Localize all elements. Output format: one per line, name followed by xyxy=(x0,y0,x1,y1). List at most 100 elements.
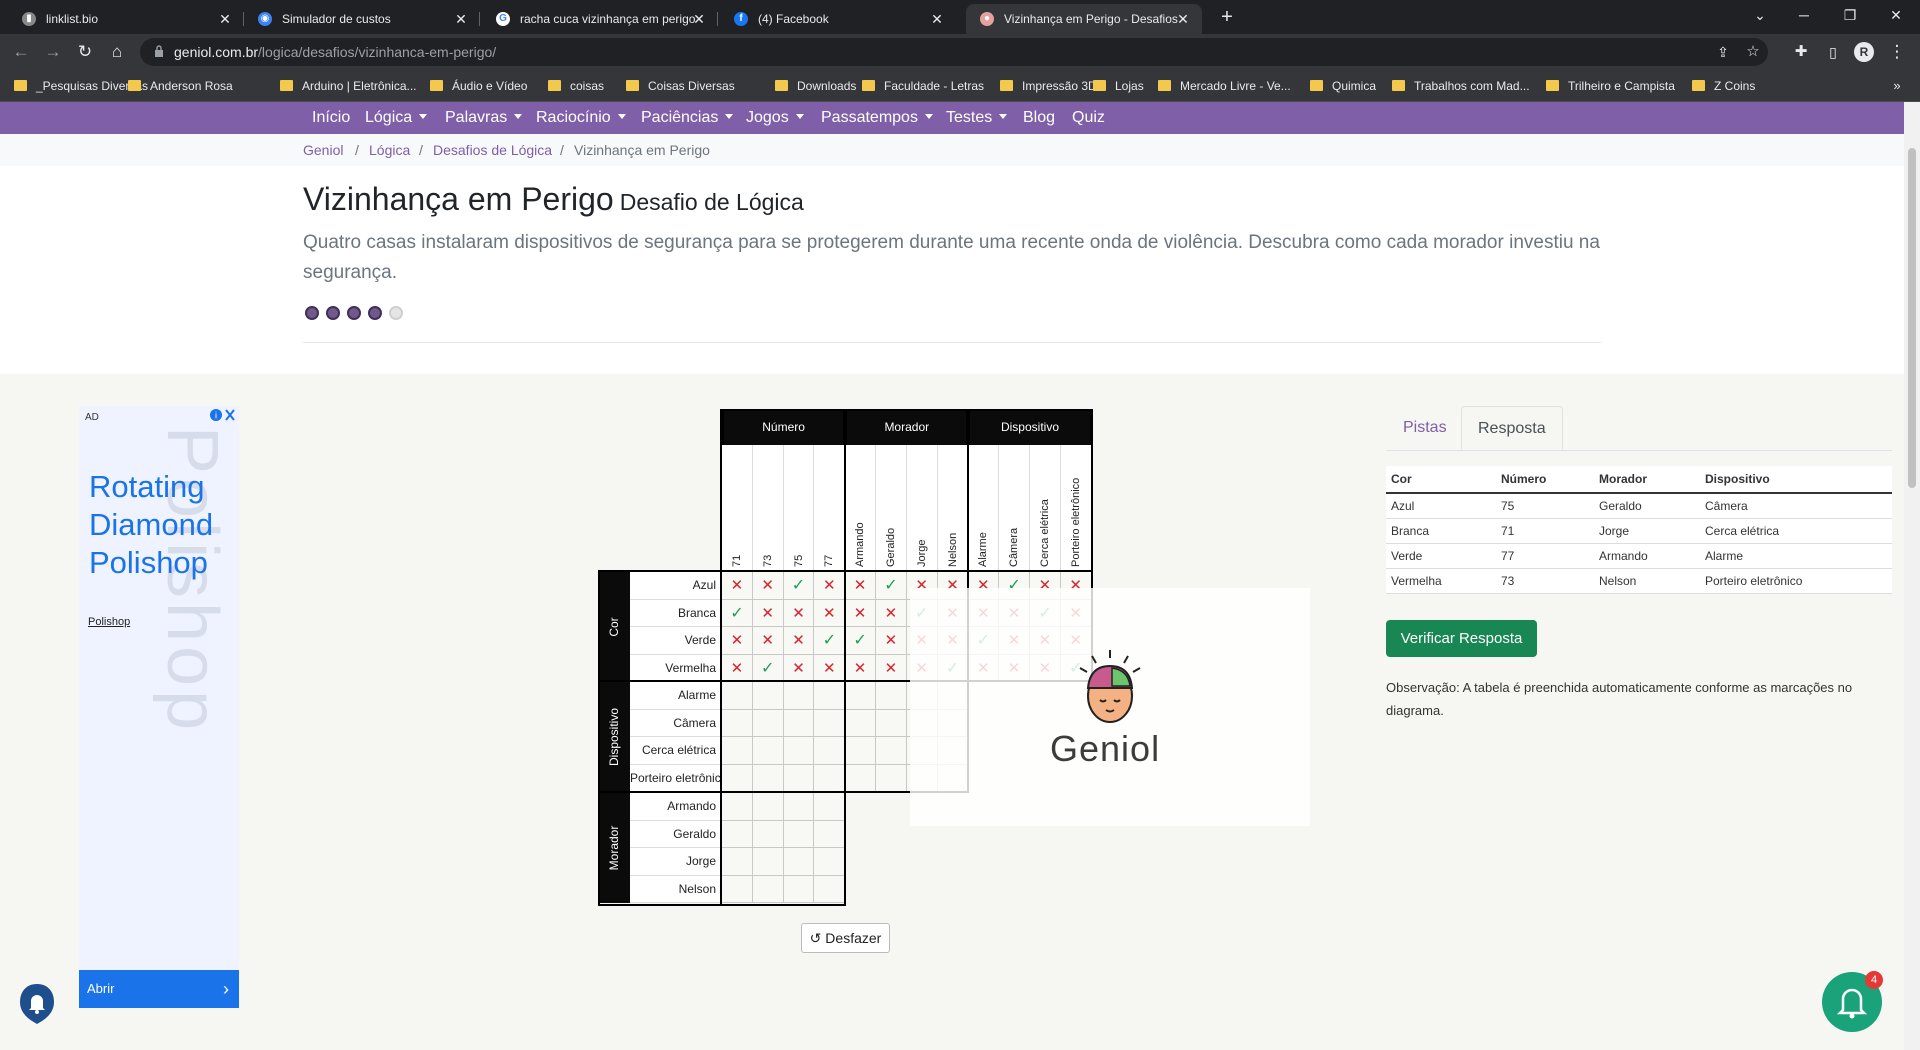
nav-item-9[interactable]: Quiz xyxy=(1072,108,1105,128)
grid-cell[interactable] xyxy=(722,793,753,821)
bookmark-2[interactable]: Arduino | Eletrônica... xyxy=(280,77,417,95)
nav-item-3[interactable]: Raciocínio xyxy=(536,108,626,128)
tab-search-icon[interactable]: ⌄ xyxy=(1740,0,1780,30)
ad-title[interactable]: Rotating Diamond Polishop xyxy=(89,468,239,582)
page-scrollbar[interactable] xyxy=(1904,102,1920,1050)
grid-cell[interactable] xyxy=(845,682,876,710)
close-tab-icon[interactable]: ✕ xyxy=(454,4,468,34)
cross-mark-icon[interactable]: ✕ xyxy=(722,627,753,655)
breadcrumb-item-2[interactable]: Desafios de Lógica xyxy=(433,142,552,158)
grid-cell[interactable] xyxy=(752,682,784,710)
ad-banner[interactable]: Polishop AD i Rotating Diamond Polishop … xyxy=(79,406,239,1008)
nav-item-6[interactable]: Passatempos xyxy=(821,108,933,128)
grid-cell[interactable] xyxy=(876,764,907,792)
restore-icon[interactable]: ❐ xyxy=(1830,0,1870,30)
grid-cell[interactable] xyxy=(752,793,784,821)
bookmark-5[interactable]: Coisas Diversas xyxy=(626,77,735,95)
grid-cell[interactable] xyxy=(814,764,846,792)
cross-mark-icon[interactable]: ✕ xyxy=(876,599,907,627)
cross-mark-icon[interactable]: ✕ xyxy=(814,572,846,600)
forward-icon[interactable]: → xyxy=(42,41,64,63)
check-mark-icon[interactable]: ✓ xyxy=(814,627,846,655)
extensions-icon[interactable]: ✚ xyxy=(1790,41,1812,63)
browser-tab-4[interactable]: ● Vizinhança em Perigo - Desafios ✕ xyxy=(966,4,1202,34)
grid-cell[interactable] xyxy=(752,709,784,737)
cross-mark-icon[interactable]: ✕ xyxy=(752,627,784,655)
back-icon[interactable]: ← xyxy=(10,41,32,63)
grid-cell[interactable] xyxy=(814,793,846,821)
grid-cell[interactable] xyxy=(752,848,784,876)
home-icon[interactable]: ⌂ xyxy=(106,41,128,63)
bookmark-9[interactable]: Lojas xyxy=(1093,77,1144,95)
scrollbar-thumb[interactable] xyxy=(1908,148,1916,488)
grid-cell[interactable] xyxy=(752,875,784,903)
browser-tab-0[interactable]: ▮ linklist.bio ✕ xyxy=(8,4,244,34)
close-tab-icon[interactable]: ✕ xyxy=(692,4,706,34)
cross-mark-icon[interactable]: ✕ xyxy=(876,654,907,682)
browser-tab-1[interactable]: ◉ Simulador de custos ✕ xyxy=(244,4,480,34)
grid-cell[interactable] xyxy=(876,709,907,737)
close-tab-icon[interactable]: ✕ xyxy=(218,4,232,34)
bookmark-8[interactable]: Impressão 3D xyxy=(1000,77,1097,95)
cross-mark-icon[interactable]: ✕ xyxy=(783,627,815,655)
grid-cell[interactable] xyxy=(845,737,876,765)
grid-cell[interactable] xyxy=(722,737,753,765)
grid-cell[interactable] xyxy=(845,709,876,737)
menu-kebab-icon[interactable]: ⋮ xyxy=(1886,41,1908,63)
check-mark-icon[interactable]: ✓ xyxy=(876,572,907,600)
grid-cell[interactable] xyxy=(722,709,753,737)
grid-cell[interactable] xyxy=(814,875,846,903)
cross-mark-icon[interactable]: ✕ xyxy=(752,572,784,600)
bookmark-13[interactable]: Trilheiro e Campista xyxy=(1546,77,1675,95)
grid-cell[interactable] xyxy=(722,682,753,710)
breadcrumb-item-0[interactable]: Geniol xyxy=(303,142,343,158)
check-mark-icon[interactable]: ✓ xyxy=(783,572,815,600)
cross-mark-icon[interactable]: ✕ xyxy=(722,654,753,682)
cross-mark-icon[interactable]: ✕ xyxy=(783,654,815,682)
tab-pistas[interactable]: Pistas xyxy=(1387,406,1463,450)
close-tab-icon[interactable]: ✕ xyxy=(1176,4,1190,34)
tab-resposta[interactable]: Resposta xyxy=(1461,406,1563,450)
notification-bell-icon[interactable] xyxy=(18,982,56,1026)
grid-cell[interactable] xyxy=(876,682,907,710)
share-icon[interactable]: ⇪ xyxy=(1712,41,1734,63)
star-icon[interactable]: ☆ xyxy=(1742,41,1764,63)
grid-cell[interactable] xyxy=(814,682,846,710)
undo-button[interactable]: ↺ Desfazer xyxy=(801,923,890,953)
bookmark-11[interactable]: Quimica xyxy=(1310,77,1376,95)
nav-item-5[interactable]: Jogos xyxy=(746,108,804,128)
grid-cell[interactable] xyxy=(814,820,846,848)
bookmark-12[interactable]: Trabalhos com Mad... xyxy=(1392,77,1530,95)
cross-mark-icon[interactable]: ✕ xyxy=(876,627,907,655)
nav-item-0[interactable]: Início xyxy=(312,108,350,128)
grid-cell[interactable] xyxy=(783,709,815,737)
grid-cell[interactable] xyxy=(814,848,846,876)
breadcrumb-item-1[interactable]: Lógica xyxy=(369,142,410,158)
grid-cell[interactable] xyxy=(783,820,815,848)
check-mark-icon[interactable]: ✓ xyxy=(845,627,876,655)
check-mark-icon[interactable]: ✓ xyxy=(752,654,784,682)
bookmark-3[interactable]: Áudio e Vídeo xyxy=(430,77,527,95)
grid-cell[interactable] xyxy=(814,737,846,765)
reload-icon[interactable]: ↻ xyxy=(74,41,96,63)
nav-item-2[interactable]: Palavras xyxy=(445,108,523,128)
more-bookmarks-icon[interactable]: » xyxy=(1886,75,1908,97)
profile-avatar[interactable]: R xyxy=(1854,42,1874,62)
ad-open-button[interactable]: Abrir › xyxy=(79,970,239,1008)
bookmark-1[interactable]: Anderson Rosa xyxy=(128,77,233,95)
grid-cell[interactable] xyxy=(783,682,815,710)
grid-cell[interactable] xyxy=(783,764,815,792)
new-tab-icon[interactable]: + xyxy=(1214,4,1240,30)
cross-mark-icon[interactable]: ✕ xyxy=(814,654,846,682)
grid-cell[interactable] xyxy=(752,820,784,848)
nav-item-7[interactable]: Testes xyxy=(946,108,1008,128)
close-tab-icon[interactable]: ✕ xyxy=(930,4,944,34)
browser-tab-3[interactable]: f (4) Facebook ✕ xyxy=(720,4,956,34)
nav-item-1[interactable]: Lógica xyxy=(365,108,428,128)
cross-mark-icon[interactable]: ✕ xyxy=(845,599,876,627)
bookmark-7[interactable]: Faculdade - Letras xyxy=(862,77,984,95)
grid-cell[interactable] xyxy=(783,848,815,876)
minimize-icon[interactable]: ─ xyxy=(1784,0,1824,30)
grid-cell[interactable] xyxy=(814,709,846,737)
grid-cell[interactable] xyxy=(722,875,753,903)
